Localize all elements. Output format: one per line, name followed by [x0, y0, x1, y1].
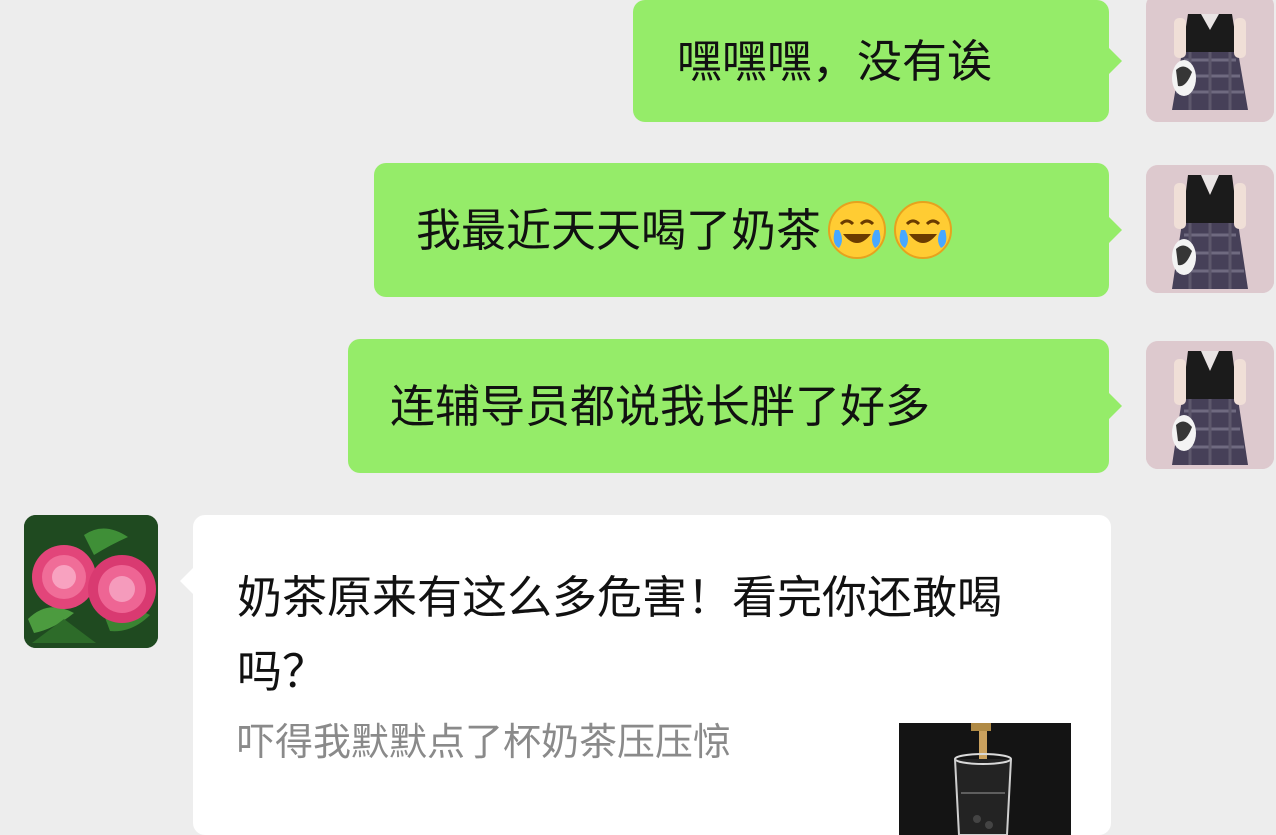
my-avatar[interactable]	[1146, 341, 1274, 469]
laughing-crying-emoji-icon	[828, 201, 887, 259]
laughing-crying-emoji-icon	[894, 201, 953, 259]
girl-avatar-icon	[1146, 0, 1274, 122]
link-card[interactable]: 奶茶原来有这么多危害！看完你还敢喝吗？ 吓得我默默点了杯奶茶压压惊	[180, 515, 1111, 835]
peony-flower-icon	[24, 515, 158, 648]
message-bubble[interactable]: 我最近天天喝了奶茶	[374, 163, 1122, 297]
milk-tea-glass-icon	[899, 723, 1071, 835]
link-card-title: 奶茶原来有这么多危害！看完你还敢喝吗？	[237, 571, 1003, 698]
my-avatar[interactable]	[1146, 165, 1274, 293]
girl-avatar-icon	[1146, 341, 1274, 469]
message-text: 连辅导员都说我长胖了好多	[390, 379, 931, 433]
link-card-description: 吓得我默默点了杯奶茶压压惊	[237, 720, 732, 764]
message-text: 嘿嘿嘿，没有诶	[677, 34, 993, 88]
girl-avatar-icon	[1146, 165, 1274, 293]
contact-avatar[interactable]	[24, 515, 158, 648]
message-bubble[interactable]: 连辅导员都说我长胖了好多	[348, 339, 1122, 473]
message-text: 我最近天天喝了奶茶	[416, 203, 822, 257]
chat-view: 嘿嘿嘿，没有诶 我最近天天喝了奶茶 连辅导员都说我长胖了好多 奶茶原来有这么多危…	[0, 0, 1276, 835]
link-card-thumbnail	[899, 723, 1071, 835]
message-bubble[interactable]: 嘿嘿嘿，没有诶	[633, 0, 1122, 122]
my-avatar[interactable]	[1146, 0, 1274, 122]
